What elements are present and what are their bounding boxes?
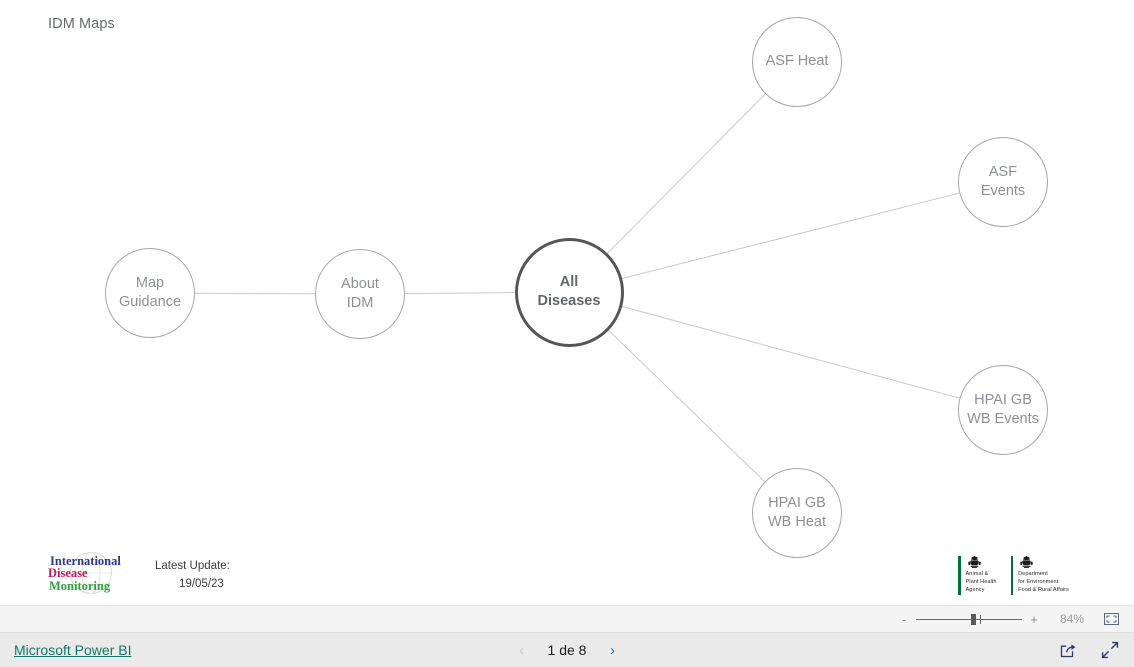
diagram-node-label: Map Guidance — [118, 274, 182, 310]
latest-update-label: Latest Update: — [155, 560, 230, 572]
royal-crest-icon — [1020, 556, 1033, 568]
defra-green-bar — [1010, 556, 1014, 595]
latest-update-block: Latest Update: 19/05/23 — [155, 558, 230, 594]
zoom-level-value: 84% — [1059, 612, 1085, 626]
diagram-node-about-idm[interactable]: About IDM — [315, 249, 405, 339]
zoom-slider-tick — [980, 615, 981, 624]
apha-logo: Animal & Plant Health Agency — [958, 556, 997, 595]
latest-update-date: 19/05/23 — [179, 577, 224, 590]
apha-logo-text: Animal & Plant Health Agency — [965, 571, 997, 593]
diagram-node-map-guidance[interactable]: Map Guidance — [105, 248, 195, 338]
defra-logo: Department for Environment Food & Rural … — [1010, 556, 1070, 595]
diagram-node-label: ASF Heat — [765, 53, 829, 70]
idm-logo-graphic: International Disease Monitoring — [48, 552, 121, 594]
svg-text:Disease: Disease — [48, 566, 88, 580]
page-indicator-label: 1 de 8 — [547, 642, 587, 658]
government-logos: Animal & Plant Health Agency Department … — [958, 556, 1069, 595]
powerbi-footer-bar: Microsoft Power BI ‹ 1 de 8 › — [0, 633, 1134, 667]
zoom-toolbar: - + 84% — [0, 605, 1134, 633]
diagram-edge — [607, 329, 766, 483]
zoom-slider-handle[interactable] — [971, 614, 976, 625]
share-glyph — [1060, 643, 1075, 657]
defra-logo-text: Department for Environment Food & Rural … — [1018, 571, 1070, 593]
diagram-edge — [194, 292, 316, 295]
share-icon[interactable] — [1058, 640, 1078, 660]
diagram-node-asf-events[interactable]: ASF Events — [958, 137, 1048, 227]
diagram-node-label: About IDM — [341, 275, 379, 311]
diagram-node-label: HPAI GB WB Events — [967, 391, 1039, 427]
previous-page-button[interactable]: ‹ — [514, 642, 530, 659]
diagram-node-label: All Diseases — [537, 273, 601, 309]
diagram-node-hpai-gb-wb-events[interactable]: HPAI GB WB Events — [958, 365, 1048, 455]
report-canvas: IDM Maps Map Guidance About IDM All Diseas… — [0, 0, 1134, 605]
diagram-node-all-diseases[interactable]: All Diseases — [514, 237, 624, 347]
diagram-edge — [621, 192, 960, 280]
navigation-node-diagram: Map Guidance About IDM All Diseases ASF Hea… — [0, 0, 1134, 605]
zoom-slider[interactable] — [916, 611, 1022, 627]
diagram-edge — [621, 305, 960, 399]
fullscreen-glyph — [1101, 641, 1119, 659]
diagram-node-hpai-gb-wb-heat[interactable]: HPAI GB WB Heat — [752, 468, 842, 558]
zoom-in-button[interactable]: + — [1026, 612, 1042, 627]
fit-to-page-glyph — [1103, 613, 1119, 625]
idm-logo: International Disease Monitoring — [48, 551, 134, 595]
diagram-edge — [607, 93, 766, 254]
svg-text:Monitoring: Monitoring — [49, 579, 111, 593]
royal-crest-icon — [967, 556, 981, 568]
fit-to-page-icon[interactable] — [1100, 610, 1122, 628]
footer-action-buttons — [1058, 640, 1120, 660]
diagram-node-label: ASF Events — [980, 163, 1026, 199]
diagram-edge — [404, 292, 515, 295]
powerbi-report-viewer: IDM Maps Map Guidance About IDM All Diseas… — [0, 0, 1134, 667]
fullscreen-icon[interactable] — [1100, 640, 1120, 660]
diagram-node-asf-heat[interactable]: ASF Heat — [752, 17, 842, 107]
apha-green-bar — [958, 556, 961, 595]
zoom-slider-track — [916, 618, 1022, 620]
diagram-node-label: HPAI GB WB Heat — [767, 494, 826, 530]
zoom-out-button[interactable]: - — [896, 612, 912, 627]
next-page-button[interactable]: › — [604, 642, 620, 659]
page-navigation: ‹ 1 de 8 › — [0, 642, 1134, 659]
